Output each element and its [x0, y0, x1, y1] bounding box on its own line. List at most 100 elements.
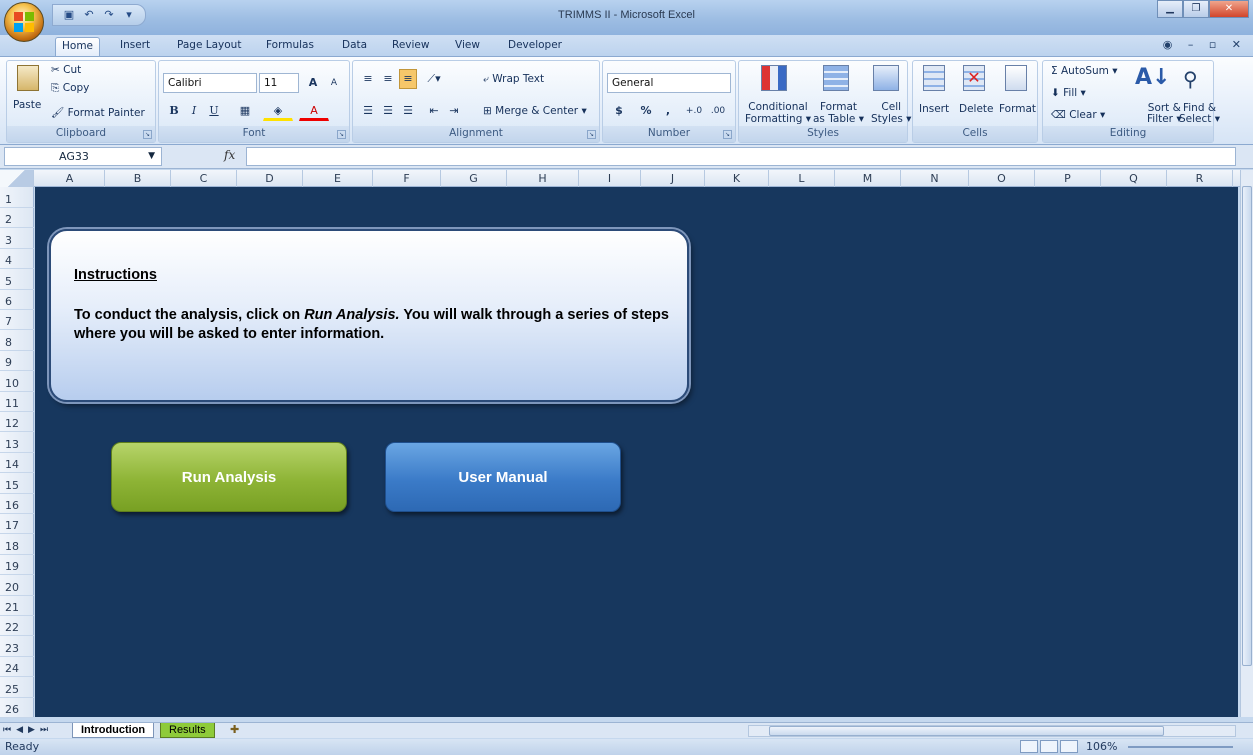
- column-header[interactable]: F: [373, 170, 441, 187]
- grow-font-icon[interactable]: A: [303, 73, 323, 93]
- row-header[interactable]: 11: [0, 391, 34, 412]
- format-as-table-button[interactable]: Format as Table ▾: [813, 101, 864, 125]
- find-binoculars-icon[interactable]: ⚲: [1183, 67, 1198, 91]
- conditional-formatting-button[interactable]: Conditional Formatting ▾: [745, 101, 811, 125]
- column-header[interactable]: R: [1167, 170, 1233, 187]
- horizontal-scrollbar[interactable]: [748, 725, 1236, 737]
- tab-home[interactable]: Home: [55, 37, 101, 56]
- column-header[interactable]: J: [641, 170, 705, 187]
- column-header[interactable]: G: [441, 170, 507, 187]
- cut-button[interactable]: ✂ Cut: [51, 64, 81, 76]
- row-header[interactable]: 4: [0, 248, 34, 270]
- horizontal-scroll-thumb[interactable]: [769, 726, 1164, 736]
- row-header[interactable]: 1: [0, 187, 34, 208]
- tab-data[interactable]: Data: [336, 37, 373, 56]
- row-header[interactable]: 22: [0, 615, 34, 637]
- font-launcher-icon[interactable]: ↘: [337, 130, 346, 139]
- row-header[interactable]: 20: [0, 575, 34, 596]
- comma-button[interactable]: ,: [659, 101, 677, 121]
- increase-decimal-icon[interactable]: +.0: [683, 101, 705, 121]
- font-size-select[interactable]: 11: [259, 73, 299, 93]
- wrap-text-button[interactable]: ⤶ Wrap Text: [483, 73, 544, 86]
- format-cells-icon[interactable]: [1005, 65, 1027, 91]
- insert-function-button[interactable]: fx: [224, 148, 235, 162]
- alignment-launcher-icon[interactable]: ↘: [587, 130, 596, 139]
- column-header[interactable]: A: [35, 170, 105, 187]
- tab-insert[interactable]: Insert: [114, 37, 156, 56]
- decrease-decimal-icon[interactable]: .00: [707, 101, 729, 121]
- insert-sheet-icon[interactable]: ✚: [222, 723, 247, 738]
- run-analysis-button[interactable]: Run Analysis: [111, 442, 347, 512]
- font-name-select[interactable]: Calibri: [163, 73, 257, 93]
- row-header[interactable]: 13: [0, 432, 34, 453]
- delete-cells-icon[interactable]: ✕: [963, 65, 985, 91]
- find-select-button[interactable]: Find & Select ▾: [1179, 103, 1220, 125]
- sheet-tab-results[interactable]: Results: [160, 723, 215, 738]
- minimize-button[interactable]: ▁: [1157, 0, 1183, 18]
- page-break-view-icon[interactable]: [1060, 740, 1078, 753]
- row-header[interactable]: 6: [0, 289, 34, 310]
- row-header[interactable]: 5: [0, 269, 34, 290]
- format-as-table-icon[interactable]: [823, 65, 849, 91]
- sort-filter-button[interactable]: Sort & Filter ▾: [1147, 103, 1182, 125]
- underline-button[interactable]: U: [205, 101, 223, 121]
- italic-button[interactable]: I: [185, 101, 203, 121]
- align-middle-icon[interactable]: ≡: [379, 69, 397, 89]
- row-header[interactable]: 10: [0, 371, 34, 392]
- conditional-formatting-icon[interactable]: [761, 65, 787, 91]
- row-header[interactable]: 17: [0, 513, 34, 535]
- tab-formulas[interactable]: Formulas: [260, 37, 320, 56]
- merge-center-button[interactable]: ⊞ Merge & Center ▾: [483, 105, 587, 117]
- column-header[interactable]: D: [237, 170, 303, 187]
- align-top-icon[interactable]: ≡: [359, 69, 377, 89]
- maximize-button[interactable]: ❐: [1183, 0, 1209, 18]
- orientation-icon[interactable]: ⟋▾: [421, 69, 447, 89]
- format-painter-button[interactable]: 🖌 Format Painter: [51, 106, 145, 119]
- sort-filter-icon[interactable]: A↓: [1135, 65, 1170, 91]
- clear-button[interactable]: ⌫ Clear ▾: [1051, 109, 1105, 121]
- help-icon[interactable]: ◉ – ▫ ✕: [1163, 38, 1247, 51]
- close-button[interactable]: ✕: [1209, 0, 1249, 18]
- align-right-icon[interactable]: ☰: [399, 101, 417, 121]
- row-header[interactable]: 25: [0, 677, 34, 698]
- sheet-nav-arrows-icon[interactable]: ⏮◀▶⏭: [3, 723, 53, 738]
- normal-view-icon[interactable]: [1020, 740, 1038, 753]
- select-all-corner[interactable]: [0, 170, 34, 187]
- column-header[interactable]: M: [835, 170, 901, 187]
- row-header[interactable]: 26: [0, 697, 34, 718]
- shrink-font-icon[interactable]: A: [324, 73, 344, 93]
- user-manual-button[interactable]: User Manual: [385, 442, 621, 512]
- vertical-scroll-thumb[interactable]: [1242, 186, 1252, 666]
- currency-button[interactable]: $: [609, 101, 629, 121]
- row-header[interactable]: 19: [0, 554, 34, 576]
- column-header[interactable]: P: [1035, 170, 1101, 187]
- zoom-slider[interactable]: [1128, 746, 1233, 748]
- fill-color-icon[interactable]: ◈: [263, 101, 293, 121]
- delete-cells-button[interactable]: Delete: [959, 103, 994, 115]
- tab-view[interactable]: View: [449, 37, 486, 56]
- column-header[interactable]: N: [901, 170, 969, 187]
- name-box-dropdown-icon[interactable]: ▼: [148, 148, 155, 165]
- row-header[interactable]: 7: [0, 309, 34, 331]
- column-header[interactable]: L: [769, 170, 835, 187]
- column-header[interactable]: B: [105, 170, 171, 187]
- cell-styles-icon[interactable]: [873, 65, 899, 91]
- office-button[interactable]: [4, 2, 44, 42]
- row-header[interactable]: 14: [0, 452, 34, 474]
- row-header[interactable]: 15: [0, 473, 34, 494]
- font-color-icon[interactable]: A: [299, 101, 329, 121]
- row-header[interactable]: 2: [0, 207, 34, 229]
- format-cells-button[interactable]: Format: [999, 103, 1036, 115]
- row-header[interactable]: 3: [0, 228, 34, 249]
- row-header[interactable]: 16: [0, 493, 34, 514]
- row-header[interactable]: 23: [0, 636, 34, 657]
- number-launcher-icon[interactable]: ↘: [723, 130, 732, 139]
- bold-button[interactable]: B: [165, 101, 183, 121]
- vertical-scrollbar[interactable]: [1240, 170, 1253, 717]
- fill-button[interactable]: ⬇ Fill ▾: [1051, 87, 1086, 99]
- insert-cells-icon[interactable]: [923, 65, 945, 91]
- decrease-indent-icon[interactable]: ⇤: [425, 101, 443, 121]
- column-header[interactable]: H: [507, 170, 579, 187]
- column-header[interactable]: Q: [1101, 170, 1167, 187]
- tab-page-layout[interactable]: Page Layout: [171, 37, 247, 56]
